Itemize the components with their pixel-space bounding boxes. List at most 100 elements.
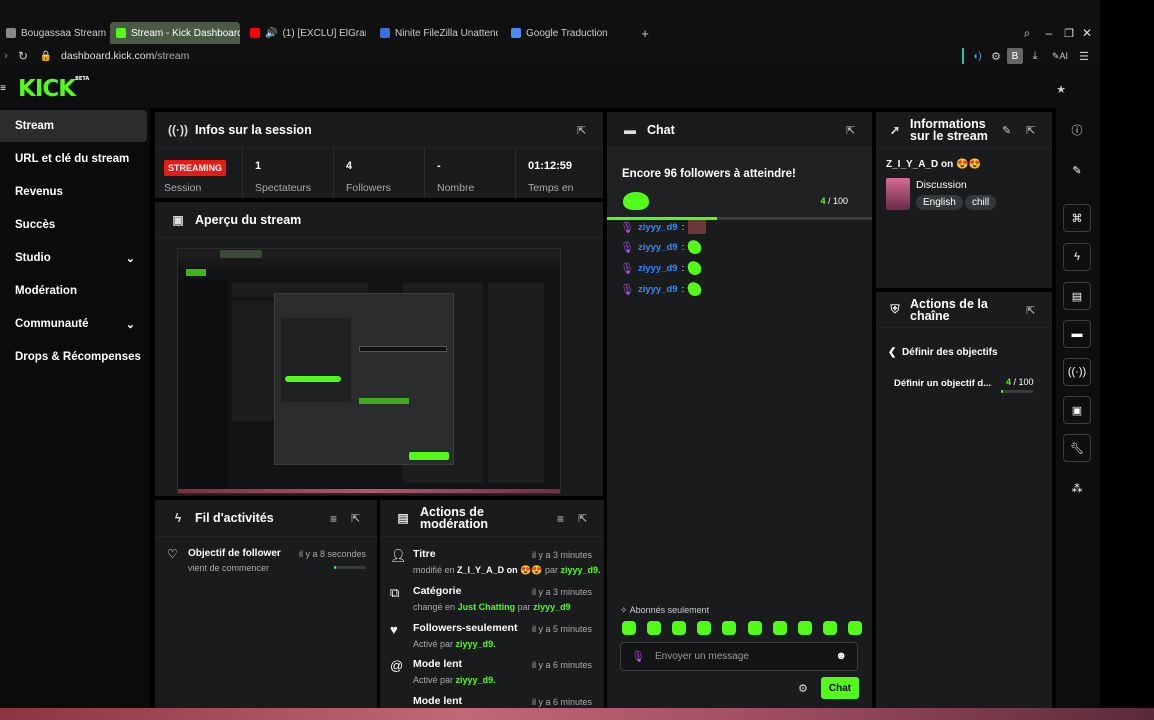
follower-goal-banner: Encore 96 followers à atteindre! 4 / 100 <box>607 148 872 220</box>
emote[interactable] <box>622 621 636 635</box>
extensions-icon[interactable]: ⚙ <box>989 49 1003 63</box>
edit-icon[interactable]: ✎ <box>1063 156 1091 184</box>
heart-icon: ♥ <box>390 622 398 637</box>
browser-tab-5[interactable]: Google Traduction <box>505 22 631 44</box>
read-aloud-icon[interactable]: ◖) <box>970 49 984 63</box>
download-icon[interactable]: ⤓ <box>1028 49 1042 63</box>
emote[interactable] <box>847 621 862 635</box>
browser-tab-4[interactable]: Ninite FileZilla Unattended <box>374 22 498 44</box>
popout-icon[interactable]: ⇱ <box>351 512 363 525</box>
preview-logo <box>186 269 206 276</box>
popout-icon[interactable]: ⇱ <box>846 124 858 137</box>
new-tab-button[interactable]: + <box>638 26 652 41</box>
kick-favicon <box>116 28 126 38</box>
sidebar-item-url-key[interactable]: URL et clé du stream <box>0 143 147 175</box>
document-icon[interactable]: ▤ <box>1063 282 1091 310</box>
profile-avatar[interactable]: B <box>1007 48 1023 64</box>
emote[interactable] <box>722 621 737 635</box>
mod-item-title: 👤︎ Titre il y a 3 minutes modifié en Z_I… <box>390 548 601 575</box>
info-icon[interactable]: ⓘ <box>1063 116 1091 144</box>
chat-settings-icon[interactable]: ⚙ <box>798 682 808 695</box>
preview-modal <box>274 293 454 465</box>
activity-panel: ϟ Fil d'activités ≡ ⇱ ♡ Objectif de foll… <box>155 500 377 708</box>
nodes-icon[interactable]: ⁂ <box>1063 474 1091 502</box>
preview-panel: ▣ Aperçu du stream <box>155 202 603 496</box>
stat-followers: 4 Followers <box>334 148 425 198</box>
chat-send-button[interactable]: Chat <box>821 677 859 699</box>
filter-icon[interactable]: ≡ <box>330 512 337 526</box>
speaker-icon: 🔊 <box>265 27 278 39</box>
mod-item-slow-mode: @ Mode lent il y a 6 minutes Activé par … <box>390 658 592 685</box>
emote[interactable] <box>647 621 662 635</box>
back-link[interactable]: ❮ Définir des objectifs <box>888 347 998 358</box>
bolt-icon[interactable]: ϟ <box>1063 243 1091 271</box>
favorite-star-icon[interactable]: ★ <box>1052 80 1070 98</box>
kick-header: ≡ KICKBETA ★ <box>0 68 1100 108</box>
wrench-icon[interactable]: 🔧︎ <box>1063 434 1091 462</box>
emote[interactable] <box>822 621 837 635</box>
popout-icon[interactable]: ⇱ <box>1026 304 1038 317</box>
ai-button[interactable]: ✎ AI <box>1047 49 1073 63</box>
emote[interactable] <box>772 621 787 635</box>
moderation-header: ▤ Actions de modération <box>380 500 604 537</box>
preview-confirm-button <box>409 452 449 460</box>
sidebar-item-communaute[interactable]: Communauté ⌄ <box>0 308 147 340</box>
sidebar-item-succes[interactable]: Succès <box>0 209 147 241</box>
forward-icon[interactable]: › <box>0 49 12 63</box>
category-icon: ⧉ <box>390 585 400 600</box>
stream-preview-video[interactable] <box>177 248 561 494</box>
chat-message: 🎙︎ ziyyy_d9: <box>620 238 703 256</box>
chat-bubble-icon[interactable]: ▬ <box>1063 320 1091 348</box>
emote[interactable] <box>747 621 762 635</box>
chat-input[interactable]: 🎙︎ Envoyer un message ☻ <box>620 642 858 671</box>
browser-tab-3[interactable]: 🔊 (1) [EXCLU] ElGrandeT <box>244 22 366 44</box>
stat-time: 01:12:59 Temps en <box>528 160 574 194</box>
emote[interactable] <box>697 621 712 635</box>
filter-icon[interactable]: ≡ <box>557 512 564 526</box>
sidebar-item-stream[interactable]: Stream <box>0 110 147 142</box>
chat-message: 🎙︎ ziyyy_d9: <box>620 219 707 235</box>
mic-icon: 🎙︎ <box>631 651 645 663</box>
hamburger-icon[interactable]: ≡ <box>0 81 6 95</box>
emote[interactable] <box>672 621 687 635</box>
mic-icon: 🎙︎ <box>620 262 634 275</box>
sidebar-item-drops[interactable]: Drops & Récompenses <box>0 341 147 373</box>
url-field[interactable]: dashboard.kick.com/stream <box>61 50 189 62</box>
broadcast-icon[interactable]: ((·)) <box>1063 358 1091 386</box>
sidebar-item-revenus[interactable]: Revenus <box>0 176 147 208</box>
pin-icon: ➚ <box>889 122 901 137</box>
popout-icon[interactable]: ⇱ <box>1026 124 1038 137</box>
sidebar-item-studio[interactable]: Studio ⌄ <box>0 242 147 274</box>
stat-viewers: 1 Spectateurs <box>243 148 334 198</box>
layout-icon[interactable]: ▣ <box>1063 396 1091 424</box>
browser-tab-2[interactable]: Stream - Kick Dashboard <box>110 22 240 44</box>
edit-icon[interactable]: ✎ <box>1002 124 1014 137</box>
sidebar-item-moderation[interactable]: Modération <box>0 275 147 307</box>
tag-english: English <box>916 195 963 210</box>
kick-emote <box>686 238 703 256</box>
popout-icon[interactable]: ⇱ <box>577 124 589 137</box>
goal-mini-progress <box>1001 390 1033 393</box>
chat-message: 🎙︎ ziyyy_d9: <box>620 259 703 277</box>
capture-icon[interactable]: ⌘ <box>1063 204 1091 232</box>
emoji-icon[interactable]: ☻ <box>835 650 847 662</box>
close-window-icon[interactable]: ✕ <box>1080 26 1094 40</box>
tab-favicon <box>6 28 16 38</box>
reload-icon[interactable]: ↻ <box>16 49 30 63</box>
browser-tab-1[interactable]: Bougassaa Stream - Watch <box>0 22 108 44</box>
preview-emotes <box>359 398 409 404</box>
minimize-icon[interactable]: – <box>1042 26 1056 40</box>
mic-icon: 🎙︎ <box>620 241 634 254</box>
search-tabs-icon[interactable]: ⌕ <box>1020 26 1034 40</box>
emote[interactable] <box>797 621 812 635</box>
pen-icon: ✎ <box>1051 50 1060 61</box>
kick-logo[interactable]: KICKBETA <box>18 76 89 102</box>
restore-icon[interactable]: ❐ <box>1062 26 1076 40</box>
image-emote <box>688 220 707 234</box>
preview-header: ▣ Aperçu du stream <box>155 202 603 238</box>
menu-icon[interactable]: ☰ <box>1077 49 1091 63</box>
popout-icon[interactable]: ⇱ <box>578 512 590 525</box>
activity-item: ♡ Objectif de follower vient de commence… <box>167 547 366 573</box>
site-info-icon[interactable]: 🔒 <box>39 49 53 63</box>
goal-action-item[interactable]: Définir un objectif d... 4 / 100 <box>894 377 1044 395</box>
